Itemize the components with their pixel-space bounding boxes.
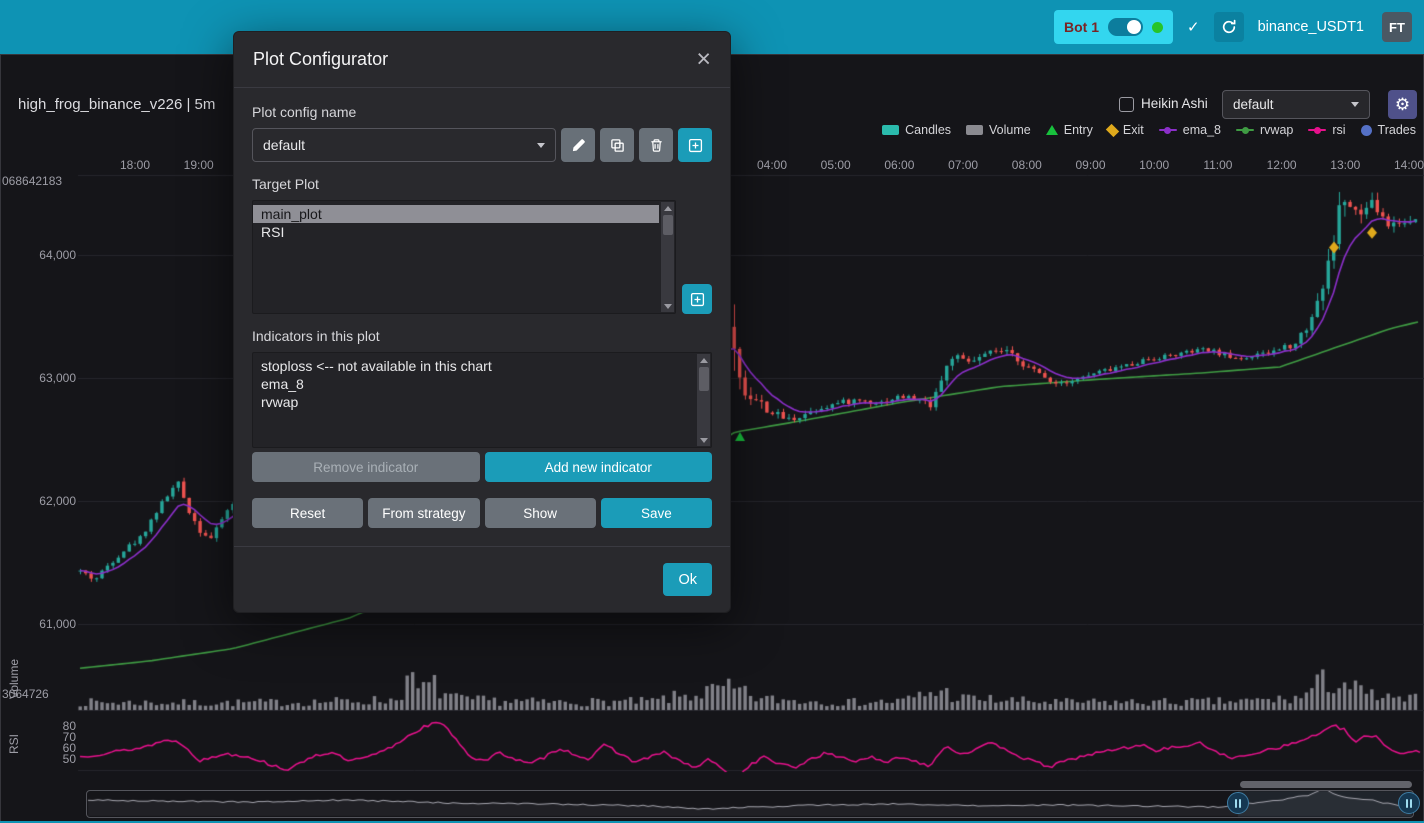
chevron-down-icon bbox=[537, 143, 545, 148]
exit-marker-icon bbox=[1106, 123, 1119, 136]
plot-configurator-modal: Plot Configurator × Plot config name def… bbox=[233, 31, 731, 613]
indicators-list[interactable]: stoploss <-- not available in this chart… bbox=[252, 352, 712, 448]
indicator-option-rvwap[interactable]: rvwap bbox=[253, 393, 695, 411]
plot-config-dropdown[interactable]: default bbox=[1222, 90, 1370, 119]
ema-8-marker-icon bbox=[1159, 129, 1177, 132]
indicators-label: Indicators in this plot bbox=[252, 328, 712, 344]
plus-square-icon bbox=[690, 292, 705, 307]
target-plot-option-main-plot[interactable]: main_plot bbox=[253, 205, 659, 223]
check-icon: ✓ bbox=[1187, 18, 1200, 36]
refresh-icon bbox=[1221, 19, 1237, 35]
legend-label: rsi bbox=[1332, 123, 1345, 137]
horizontal-scrollbar-thumb[interactable] bbox=[1240, 781, 1412, 788]
remove-indicator-button[interactable]: Remove indicator bbox=[252, 452, 480, 482]
refresh-button[interactable] bbox=[1214, 12, 1244, 42]
rvwap-marker-icon bbox=[1236, 129, 1254, 132]
add-new-indicator-button[interactable]: Add new indicator bbox=[485, 452, 713, 482]
scroll-up-icon[interactable] bbox=[697, 354, 710, 366]
account-name: binance_USDT1 bbox=[1258, 19, 1364, 35]
chevron-down-icon bbox=[1351, 102, 1359, 107]
legend-item-ema-8[interactable]: ema_8 bbox=[1159, 123, 1221, 137]
close-icon[interactable]: × bbox=[696, 47, 711, 72]
target-plot-list[interactable]: main_plotRSI bbox=[252, 200, 676, 314]
heikin-ashi-checkbox[interactable] bbox=[1119, 97, 1134, 112]
edit-config-button[interactable] bbox=[561, 128, 595, 162]
save-button[interactable]: Save bbox=[601, 498, 712, 528]
bot-selector[interactable]: Bot 1 bbox=[1054, 10, 1173, 44]
config-actions-row: Reset From strategy Show Save bbox=[252, 498, 712, 528]
entry-marker-icon bbox=[1046, 125, 1058, 135]
indicators-scrollbar[interactable] bbox=[697, 354, 710, 446]
plot-config-dropdown-value: default bbox=[1233, 97, 1274, 112]
add-config-button[interactable] bbox=[678, 128, 712, 162]
config-name-row: default bbox=[252, 128, 712, 162]
target-plot-row: main_plotRSI bbox=[252, 200, 712, 314]
legend-item-trades[interactable]: Trades bbox=[1361, 123, 1416, 137]
target-plot-scrollbar[interactable] bbox=[661, 202, 674, 312]
scroll-down-icon[interactable] bbox=[661, 300, 674, 312]
gear-icon[interactable]: ⚙ bbox=[1388, 90, 1417, 119]
legend-item-rsi[interactable]: rsi bbox=[1308, 123, 1345, 137]
target-plot-label: Target Plot bbox=[252, 176, 712, 192]
reset-button[interactable]: Reset bbox=[252, 498, 363, 528]
add-plot-button[interactable] bbox=[682, 284, 712, 314]
copy-icon bbox=[610, 138, 625, 153]
heikin-ashi-label: Heikin Ashi bbox=[1141, 96, 1208, 111]
target-plot-list-items: main_plotRSI bbox=[253, 205, 659, 241]
config-name-select[interactable]: default bbox=[252, 128, 556, 162]
modal-header: Plot Configurator × bbox=[234, 32, 730, 88]
legend-label: Exit bbox=[1123, 123, 1144, 137]
bot-status-dot bbox=[1152, 22, 1163, 33]
rsi-marker-icon bbox=[1308, 129, 1326, 132]
trash-icon bbox=[649, 138, 664, 153]
legend-label: ema_8 bbox=[1183, 123, 1221, 137]
scroll-down-icon[interactable] bbox=[697, 434, 710, 446]
trades-marker-icon bbox=[1361, 125, 1372, 136]
scroll-up-icon[interactable] bbox=[661, 202, 674, 214]
legend-item-exit[interactable]: Exit bbox=[1108, 123, 1144, 137]
target-plot-option-rsi[interactable]: RSI bbox=[253, 223, 659, 241]
datazoom-left-handle[interactable] bbox=[1227, 792, 1249, 814]
modal-title: Plot Configurator bbox=[253, 49, 388, 70]
chart-legend: Candles Volume Entry Exit ema_8 rvwap rsi Trade… bbox=[882, 123, 1416, 137]
legend-label: Candles bbox=[905, 123, 951, 137]
legend-item-rvwap[interactable]: rvwap bbox=[1236, 123, 1293, 137]
indicator-option-ema-8[interactable]: ema_8 bbox=[253, 375, 695, 393]
legend-label: Volume bbox=[989, 123, 1031, 137]
toggle-knob bbox=[1127, 20, 1141, 34]
config-name-label: Plot config name bbox=[252, 104, 712, 120]
from-strategy-button[interactable]: From strategy bbox=[368, 498, 479, 528]
bot-online-toggle[interactable] bbox=[1108, 18, 1143, 36]
ok-button[interactable]: Ok bbox=[663, 563, 712, 596]
indicators-list-items: stoploss <-- not available in this chart… bbox=[253, 357, 695, 411]
legend-item-entry[interactable]: Entry bbox=[1046, 123, 1093, 137]
ft-logo[interactable]: FT bbox=[1382, 12, 1412, 42]
show-button[interactable]: Show bbox=[485, 498, 596, 528]
bot-name: Bot 1 bbox=[1064, 19, 1099, 35]
indicator-actions-row: Remove indicator Add new indicator bbox=[252, 452, 712, 482]
candles-marker-icon bbox=[882, 125, 899, 135]
duplicate-config-button[interactable] bbox=[600, 128, 634, 162]
pencil-icon bbox=[571, 138, 586, 153]
legend-label: Entry bbox=[1064, 123, 1093, 137]
scrollbar-thumb[interactable] bbox=[699, 367, 709, 391]
legend-item-volume[interactable]: Volume bbox=[966, 123, 1031, 137]
indicator-option-stoploss[interactable]: stoploss <-- not available in this chart bbox=[253, 357, 695, 375]
modal-body: Plot config name default Target Plot mai… bbox=[234, 88, 730, 547]
legend-label: rvwap bbox=[1260, 123, 1293, 137]
modal-footer: Ok bbox=[234, 547, 730, 612]
scrollbar-thumb[interactable] bbox=[663, 215, 673, 235]
plus-square-icon bbox=[688, 138, 703, 153]
datazoom-right-handle[interactable] bbox=[1398, 792, 1420, 814]
legend-item-candles[interactable]: Candles bbox=[882, 123, 951, 137]
config-name-value: default bbox=[263, 137, 305, 153]
volume-marker-icon bbox=[966, 125, 983, 135]
legend-label: Trades bbox=[1378, 123, 1416, 137]
delete-config-button[interactable] bbox=[639, 128, 673, 162]
